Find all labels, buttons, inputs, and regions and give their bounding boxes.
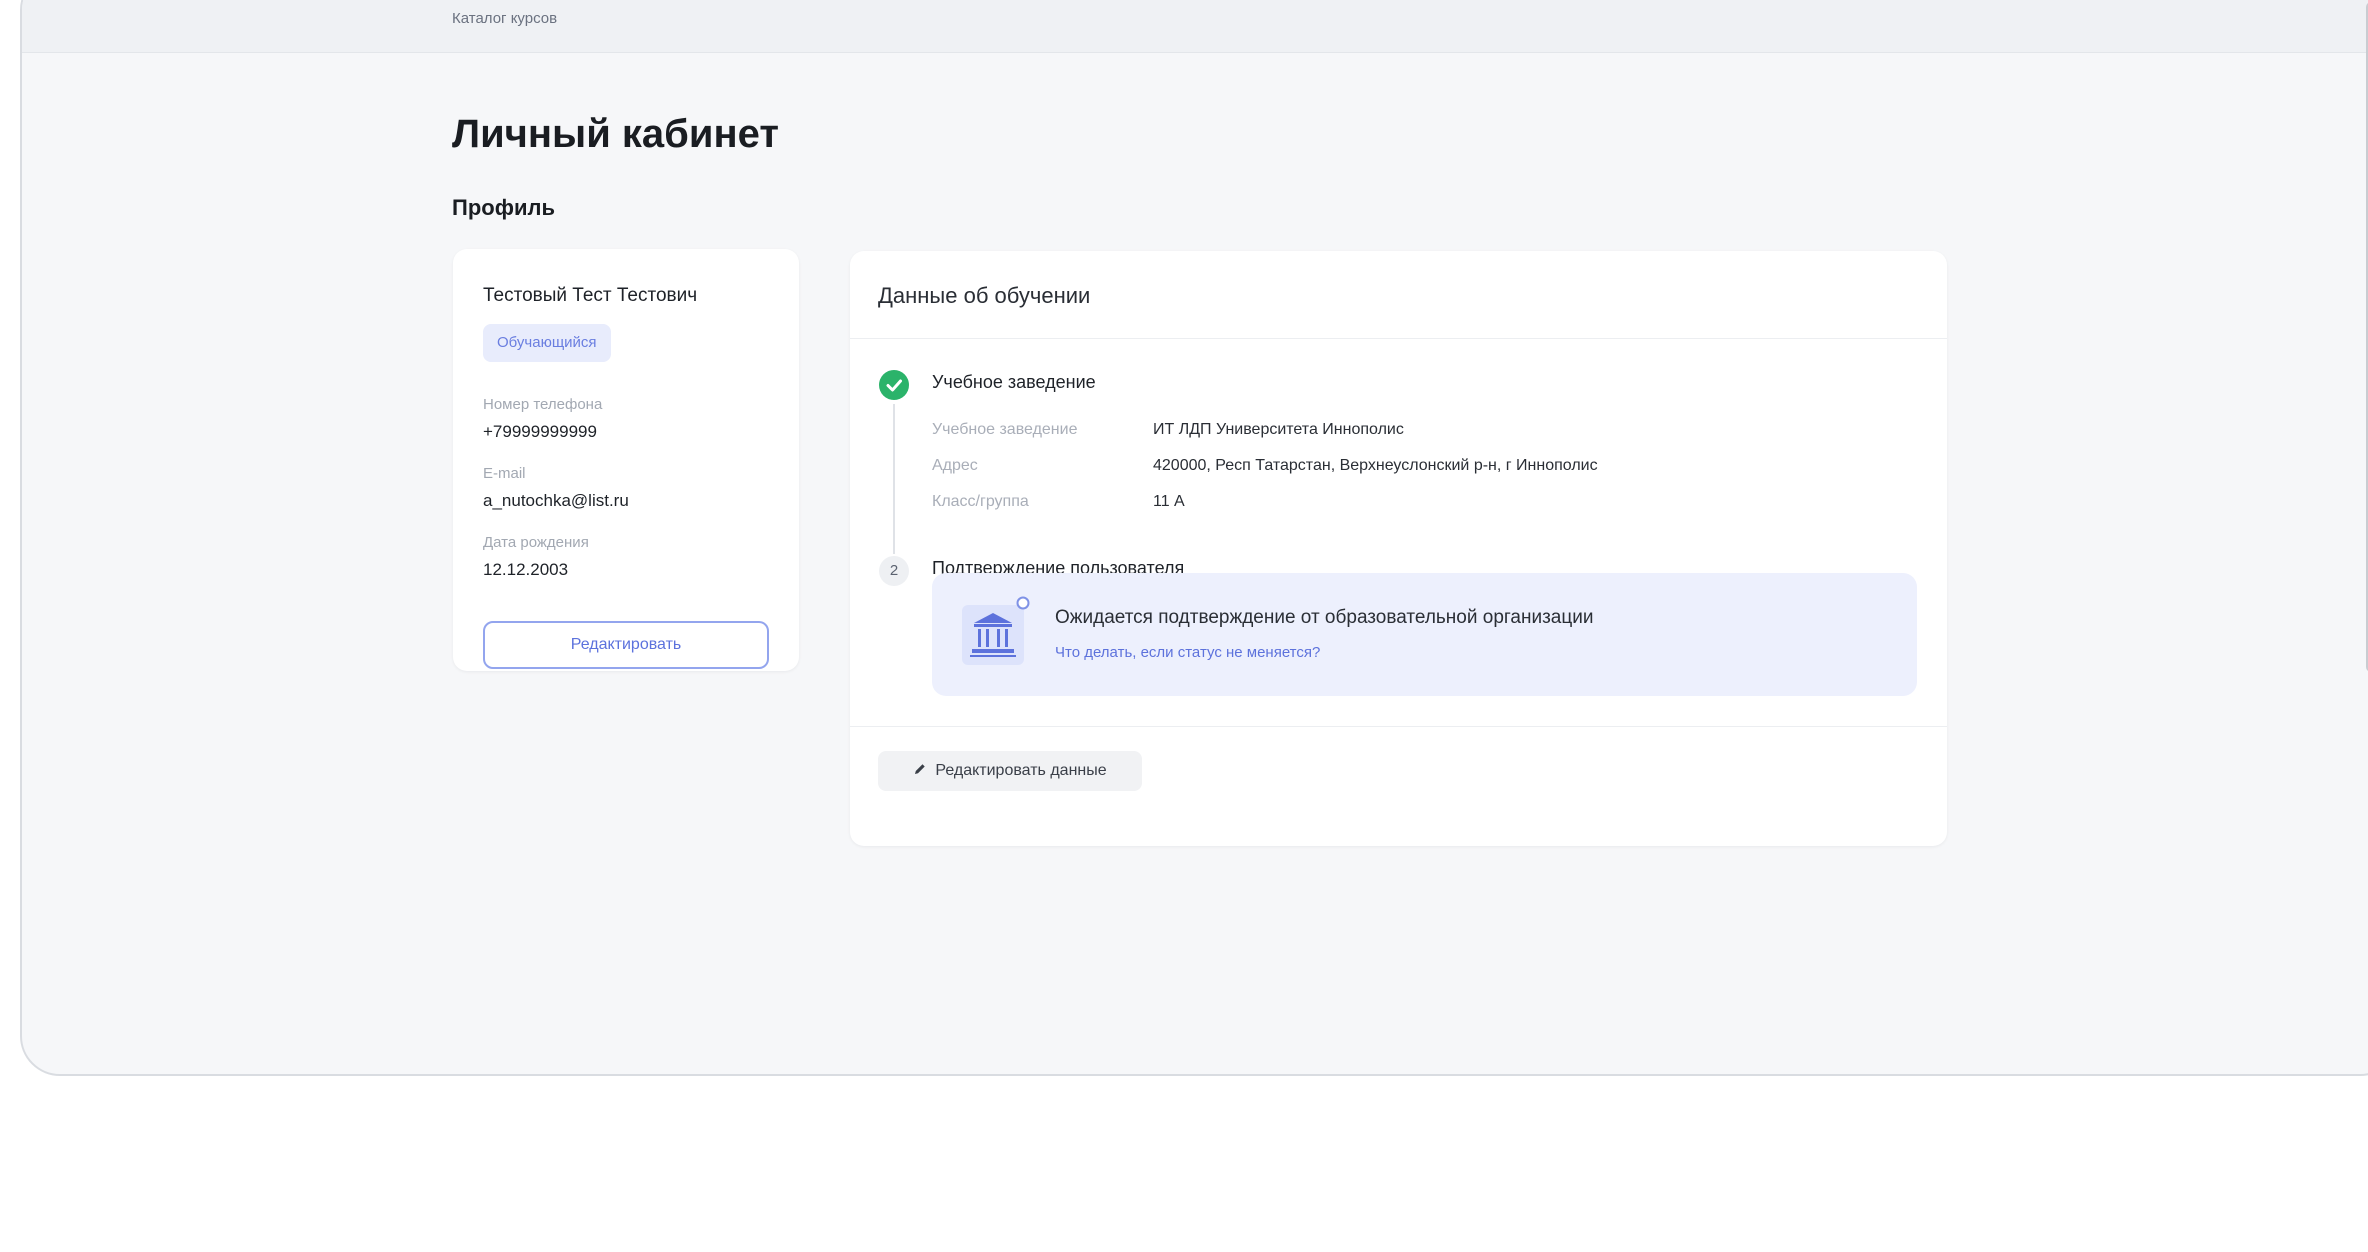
- edit-data-label: Редактировать данные: [935, 762, 1107, 779]
- study-data-card: Данные об обучении Учебное заведение Уче…: [850, 251, 1947, 846]
- edit-profile-button[interactable]: Редактировать: [483, 621, 769, 669]
- edit-data-button[interactable]: Редактировать данные: [878, 751, 1142, 791]
- step-connector-line: [893, 404, 895, 554]
- address-value: 420000, Респ Татарстан, Верхнеуслонский …: [1153, 457, 1598, 474]
- phone-label: Номер телефона: [483, 396, 603, 413]
- birthdate-label: Дата рождения: [483, 534, 589, 551]
- breadcrumb-catalog-link[interactable]: Каталог курсов: [452, 10, 557, 27]
- step-2-number: 2: [879, 556, 909, 586]
- study-card-title: Данные об обучении: [878, 283, 1091, 308]
- email-label: E-mail: [483, 465, 526, 482]
- notice-title: Ожидается подтверждение от образовательн…: [1055, 607, 1594, 628]
- class-group-label: Класс/группа: [932, 493, 1029, 510]
- check-circle-icon: [879, 370, 909, 400]
- pencil-icon: [913, 762, 927, 781]
- address-label: Адрес: [932, 457, 978, 474]
- section-title-profile: Профиль: [452, 195, 555, 220]
- bank-building-icon: [960, 595, 1030, 672]
- profile-name: Тестовый Тест Тестович: [483, 285, 698, 306]
- top-bar: Каталог курсов: [22, 0, 2368, 53]
- birthdate-value: 12.12.2003: [483, 560, 569, 579]
- study-card-header: Данные об обучении: [850, 251, 1947, 339]
- page-title: Личный кабинет: [452, 112, 779, 156]
- institution-value: ИТ ЛДП Университета Иннополис: [1153, 421, 1404, 438]
- pending-confirmation-notice: Ожидается подтверждение от образовательн…: [932, 573, 1917, 696]
- class-group-value: 11 А: [1153, 493, 1185, 510]
- card-footer-divider: [850, 726, 1947, 727]
- step-1-title: Учебное заведение: [932, 372, 1096, 392]
- email-value: a_nutochka@list.ru: [483, 491, 629, 510]
- profile-card: Тестовый Тест Тестович Обучающийся Номер…: [453, 249, 799, 671]
- role-badge: Обучающийся: [483, 324, 611, 362]
- institution-label: Учебное заведение: [932, 421, 1078, 438]
- phone-value: +79999999999: [483, 422, 597, 441]
- status-help-link[interactable]: Что делать, если статус не меняется?: [1055, 644, 1320, 661]
- app-window: Каталог курсов Личный кабинет Профиль Те…: [20, 0, 2368, 1076]
